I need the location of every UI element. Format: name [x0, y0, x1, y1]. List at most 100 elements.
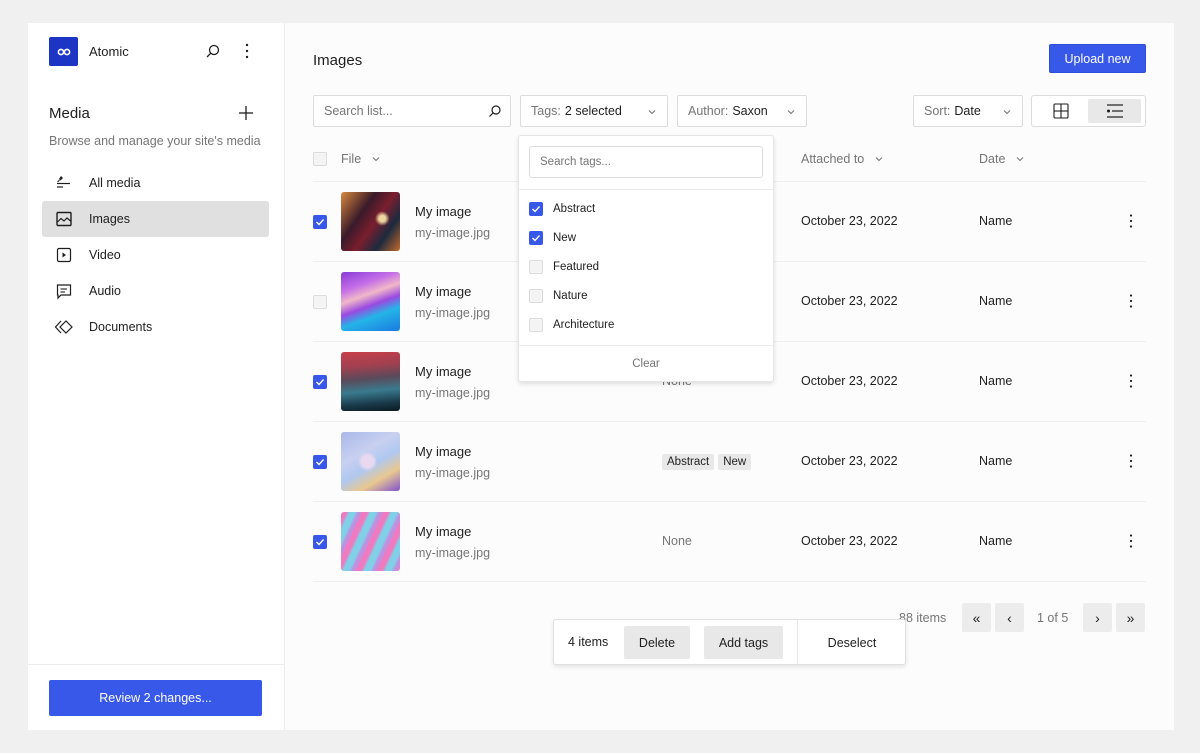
page-indicator: 1 of 5 [1037, 611, 1069, 625]
tag-checkbox[interactable] [529, 289, 543, 303]
image-icon [56, 211, 72, 227]
file-tags: Abstract New [662, 454, 755, 470]
sort-dropdown[interactable]: Sort: Date [913, 95, 1023, 127]
sidebar-item-label: Documents [89, 320, 153, 334]
file-author: Name [979, 214, 1013, 228]
column-header-date[interactable]: Date [979, 152, 1025, 166]
more-vertical-icon[interactable] [1123, 532, 1139, 550]
tags-dropdown-popover: Search tags... Abstract New Featured Nat… [518, 135, 774, 382]
tag-option-new[interactable]: New [529, 231, 576, 245]
file-author: Name [979, 374, 1013, 388]
author-filter-label: Author: [688, 104, 729, 118]
sidebar: Atomic Media Browse and manage your site… [28, 23, 285, 730]
tag-checkbox[interactable] [529, 202, 543, 216]
tags-filter-label: Tags: [531, 104, 561, 118]
plus-icon[interactable] [238, 105, 254, 121]
table-row[interactable]: My image my-image.jpg None October 23, 2… [313, 502, 1146, 582]
file-filename: my-image.jpg [415, 546, 491, 560]
chevron-down-icon [1003, 110, 1011, 115]
tag-option-abstract[interactable]: Abstract [529, 202, 595, 216]
sidebar-item-audio[interactable]: Audio [42, 273, 269, 309]
sidebar-item-images[interactable]: Images [42, 201, 269, 237]
tag-search-placeholder: Search tags... [540, 156, 611, 168]
main-content: Images Upload new Search list... Tags: 2… [285, 23, 1174, 730]
sidebar-title: Media [49, 105, 90, 122]
grid-view-button[interactable] [1036, 99, 1086, 123]
select-all-checkbox-wrap [313, 152, 327, 166]
search-icon[interactable] [205, 43, 221, 59]
prev-page-button[interactable]: ‹ [995, 603, 1024, 632]
bulk-actions-bar: 4 items Delete Add tags Deselect [553, 619, 906, 665]
selected-count: 4 items [568, 635, 609, 649]
tag-checkbox[interactable] [529, 260, 543, 274]
tag-option-architecture[interactable]: Architecture [529, 318, 614, 332]
file-author: Name [979, 534, 1013, 548]
first-page-button[interactable]: « [962, 603, 991, 632]
tag-option-nature[interactable]: Nature [529, 289, 588, 303]
search-icon [489, 105, 501, 117]
page-title: Images [313, 52, 363, 69]
author-filter-dropdown[interactable]: Author: Saxon [677, 95, 807, 127]
app-frame: Atomic Media Browse and manage your site… [28, 23, 1174, 730]
tag-chip[interactable]: Abstract [662, 454, 715, 470]
chevron-down-icon [787, 110, 795, 115]
tag-option-label: Abstract [553, 203, 596, 215]
chevron-down-icon [372, 157, 380, 162]
row-checkbox[interactable] [313, 295, 327, 309]
sidebar-item-all-media[interactable]: All media [42, 165, 269, 201]
sort-label: Sort: [924, 104, 951, 118]
row-checkbox[interactable] [313, 375, 327, 389]
more-vertical-icon[interactable] [1123, 452, 1139, 470]
row-checkbox[interactable] [313, 535, 327, 549]
tag-option-featured[interactable]: Featured [529, 260, 599, 274]
more-vertical-icon[interactable] [1123, 292, 1139, 310]
tags-filter-dropdown[interactable]: Tags: 2 selected [520, 95, 668, 127]
tag-chip[interactable]: New [718, 454, 752, 470]
site-name: Atomic [89, 44, 129, 59]
tag-search-input[interactable]: Search tags... [529, 146, 763, 178]
file-date: October 23, 2022 [801, 294, 898, 308]
pin-list-icon [57, 176, 70, 188]
deselect-button[interactable]: Deselect [798, 626, 906, 659]
last-page-button[interactable]: » [1116, 603, 1145, 632]
tag-option-label: Architecture [553, 319, 615, 331]
upload-new-button[interactable]: Upload new [1049, 44, 1146, 73]
sidebar-item-label: Audio [89, 284, 121, 298]
select-all-checkbox[interactable] [313, 152, 327, 166]
next-page-button[interactable]: › [1083, 603, 1112, 632]
table-row[interactable]: My image my-image.jpg Abstract New Octob… [313, 422, 1146, 502]
add-tags-button[interactable]: Add tags [704, 626, 783, 659]
sidebar-item-documents[interactable]: Documents [42, 309, 269, 345]
logo-icon[interactable] [49, 37, 78, 66]
review-changes-button[interactable]: Review 2 changes... [49, 680, 262, 716]
column-label: File [341, 152, 362, 166]
delete-button[interactable]: Delete [624, 626, 690, 659]
file-filename: my-image.jpg [415, 466, 491, 480]
clear-tags-button[interactable]: Clear [519, 346, 773, 382]
column-header-file[interactable]: File [341, 152, 381, 166]
tag-checkbox[interactable] [529, 231, 543, 245]
file-date: October 23, 2022 [801, 214, 898, 228]
image-thumbnail[interactable] [341, 512, 400, 571]
column-header-attached[interactable]: Attached to [801, 152, 884, 166]
search-list-input[interactable]: Search list... [313, 95, 511, 127]
image-thumbnail[interactable] [341, 272, 400, 331]
tag-checkbox[interactable] [529, 318, 543, 332]
row-checkbox[interactable] [313, 455, 327, 469]
image-thumbnail[interactable] [341, 352, 400, 411]
more-vertical-icon[interactable] [1123, 212, 1139, 230]
column-label: Attached to [801, 152, 865, 166]
row-checkbox[interactable] [313, 215, 327, 229]
divider [519, 189, 773, 190]
brand: Atomic [49, 37, 129, 66]
tag-option-label: Featured [553, 261, 600, 273]
more-vertical-icon[interactable] [240, 42, 254, 60]
search-placeholder: Search list... [324, 104, 393, 118]
list-view-button[interactable] [1088, 99, 1141, 123]
image-thumbnail[interactable] [341, 432, 400, 491]
file-author: Name [979, 454, 1013, 468]
sidebar-item-video[interactable]: Video [42, 237, 269, 273]
image-thumbnail[interactable] [341, 192, 400, 251]
file-name: My image [415, 204, 472, 219]
more-vertical-icon[interactable] [1123, 372, 1139, 390]
